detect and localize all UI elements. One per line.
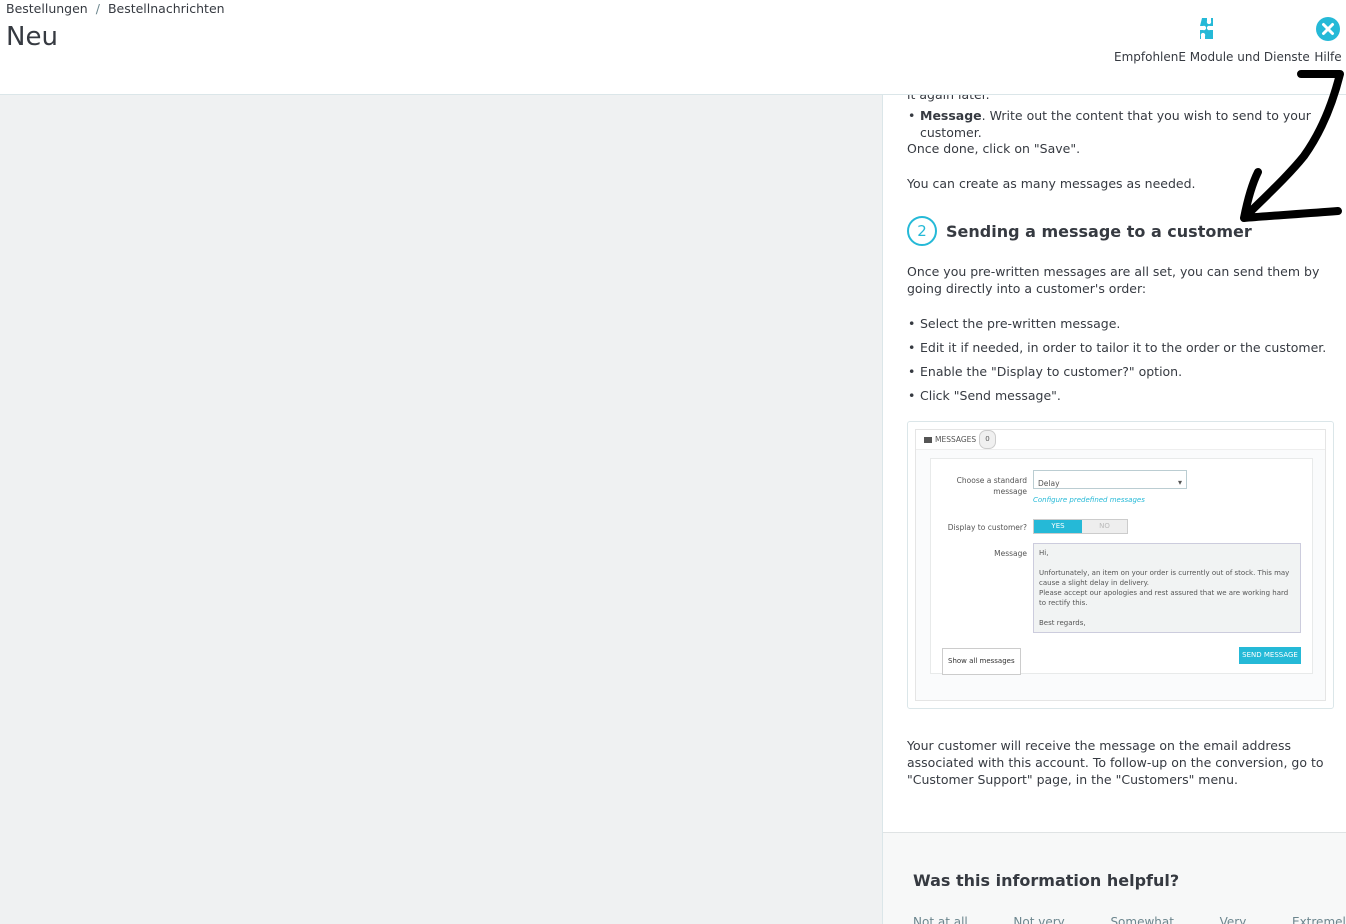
message-line bbox=[1039, 558, 1295, 568]
help-paragraph-many: You can create as many messages as neede… bbox=[907, 176, 1196, 191]
message-line: Hi, bbox=[1039, 549, 1049, 557]
list-item: Select the pre-written message. bbox=[907, 315, 1326, 332]
page-title: Neu bbox=[6, 22, 58, 52]
configure-messages-link: Configure predefined messages bbox=[1033, 496, 1145, 504]
recommended-modules-button[interactable]: EmpfohlenE Module und Dienste bbox=[1114, 14, 1310, 64]
message-textarea: Hi, Unfortunately, an item on your order… bbox=[1033, 543, 1301, 633]
list-item: Click "Send message". bbox=[907, 387, 1326, 404]
help-label: Hilfe bbox=[1314, 50, 1342, 64]
feedback-option[interactable]: Extremely bbox=[1292, 915, 1346, 924]
feedback-option[interactable]: Not very bbox=[1013, 915, 1064, 924]
message-line bbox=[1039, 608, 1295, 618]
help-text-cutoff: it again later. bbox=[907, 95, 990, 103]
messages-panel-header: MESSAGES 0 bbox=[916, 430, 1325, 450]
messages-panel: MESSAGES 0 Choose a standard message Del… bbox=[915, 429, 1326, 701]
toggle-no: NO bbox=[1082, 520, 1127, 533]
messages-form: Choose a standard message Delay Configur… bbox=[930, 458, 1313, 675]
feedback-option[interactable]: Somewhat bbox=[1110, 915, 1174, 924]
page-header: Bestellungen / Bestellnachrichten Neu Em… bbox=[0, 0, 1346, 95]
message-line: Best regards, bbox=[1039, 619, 1086, 627]
message-line: Please accept our apologies and rest ass… bbox=[1039, 589, 1291, 607]
display-customer-label: Display to customer? bbox=[947, 523, 1027, 532]
message-line: Unfortunately, an item on your order is … bbox=[1039, 569, 1292, 587]
puzzle-icon bbox=[1200, 18, 1213, 39]
choose-message-label: Choose a standard message bbox=[956, 476, 1027, 496]
help-list-steps: Select the pre-written message. Edit it … bbox=[907, 315, 1326, 411]
breadcrumb-separator: / bbox=[95, 1, 100, 16]
annotation-arrow-icon bbox=[1240, 70, 1344, 222]
recommended-modules-label: EmpfohlenE Module und Dienste bbox=[1114, 50, 1310, 64]
feedback-option[interactable]: Very bbox=[1220, 915, 1247, 924]
step-title: Sending a message to a customer bbox=[946, 221, 1252, 241]
messages-count-badge: 0 bbox=[979, 430, 996, 449]
step-number-badge: 2 bbox=[907, 216, 937, 246]
breadcrumb: Bestellungen / Bestellnachrichten bbox=[6, 1, 225, 16]
message-label: Message bbox=[994, 549, 1027, 558]
standard-message-select: Delay bbox=[1033, 470, 1187, 491]
list-item-bold: Message bbox=[920, 108, 982, 123]
messages-header-label: MESSAGES bbox=[935, 435, 977, 444]
toggle-yes: YES bbox=[1034, 520, 1082, 533]
help-paragraph-intro: Once you pre-written messages are all se… bbox=[907, 264, 1320, 296]
show-all-messages-button: Show all messages bbox=[942, 648, 1021, 675]
feedback-section: Was this information helpful? Not at all… bbox=[883, 832, 1346, 924]
feedback-title: Was this information helpful? bbox=[913, 871, 1180, 890]
list-item: Enable the "Display to customer?" option… bbox=[907, 363, 1326, 380]
display-customer-toggle: YES NO bbox=[1033, 519, 1128, 534]
step-heading: 2 Sending a message to a customer bbox=[907, 216, 1252, 246]
messages-screenshot-image: MESSAGES 0 Choose a standard message Del… bbox=[907, 421, 1334, 709]
feedback-option[interactable]: Not at all bbox=[913, 915, 968, 924]
help-paragraph-final: Your customer will receive the message o… bbox=[907, 738, 1324, 787]
breadcrumb-item-order-messages[interactable]: Bestellnachrichten bbox=[108, 1, 225, 16]
help-button[interactable]: Hilfe bbox=[1310, 14, 1346, 64]
list-item: Edit it if needed, in order to tailor it… bbox=[907, 339, 1326, 356]
close-circle-icon bbox=[1316, 17, 1340, 41]
breadcrumb-item-orders[interactable]: Bestellungen bbox=[6, 1, 88, 16]
send-message-button: SEND MESSAGE bbox=[1239, 647, 1301, 664]
feedback-options: Not at all Not very Somewhat Very Extrem… bbox=[913, 915, 1346, 924]
help-paragraph-save: Once done, click on "Save". bbox=[907, 141, 1081, 156]
envelope-icon bbox=[924, 436, 932, 443]
